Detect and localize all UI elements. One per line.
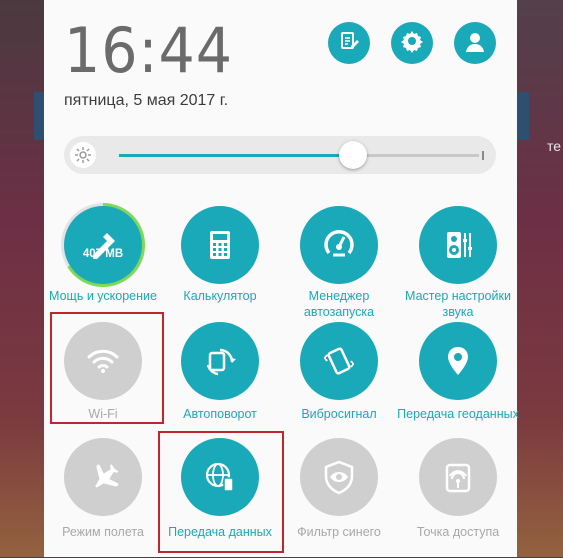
gear-icon [400,29,424,58]
wallpaper-right [517,0,563,557]
blue-filter-icon [300,438,378,516]
tile-vibration[interactable]: Вибросигнал [280,322,398,442]
tile-label: Калькулятор [183,289,257,303]
tile-boost[interactable]: 407 MB Мощь и ускорение [44,203,162,326]
brightness-icon[interactable] [70,142,96,168]
tile-label: Мощь и ускорение [49,289,157,303]
brightness-slider[interactable] [64,136,496,174]
highlight-wifi [50,312,164,424]
autostart-icon [300,206,378,284]
tile-label: Точка доступа [416,525,500,539]
hotspot-icon [419,438,497,516]
background-widget-left [34,92,44,140]
tile-label: Автоповорот [183,407,257,421]
brightness-fill [119,154,353,157]
tile-label: Мастер настройки звука [405,289,511,319]
background-text: те [546,138,561,154]
sound-settings-icon [419,206,497,284]
clock-date: пятница, 5 мая 2017 г. [64,92,229,109]
location-icon [419,322,497,400]
tile-location[interactable]: Передача геоданных [397,322,519,442]
background-widget-right [517,92,529,140]
tile-autorotate[interactable]: Автоповорот [161,322,279,442]
settings-button[interactable] [391,22,433,64]
calculator-icon [181,206,259,284]
quick-settings-panel: 16:44 пятница, 5 мая 2017 г. 407 MB Мощь… [44,0,519,558]
airplane-icon [64,438,142,516]
tile-autostart[interactable]: Менеджер автозапуска [280,206,398,326]
tile-label: Передача геоданных [397,407,519,421]
avatar [463,29,487,58]
edit-icon [337,29,361,58]
tile-calculator[interactable]: Калькулятор [161,206,279,326]
tile-sound-settings[interactable]: Мастер настройки звука [399,206,517,326]
tile-label: Режим полета [62,525,144,539]
brightness-track[interactable] [119,154,479,157]
memory-badge: 407 MB [82,248,124,260]
vibration-icon [300,322,378,400]
tile-label: Фильтр синего [297,525,381,539]
brightness-end-marker [482,151,484,160]
user-button[interactable] [454,22,496,64]
autorotate-icon [181,322,259,400]
tile-label: Вибросигнал [301,407,377,421]
tile-airplane[interactable]: Режим полета [44,438,162,558]
edit-button[interactable] [328,22,370,64]
tile-blue-filter[interactable]: Фильтр синего [280,438,398,558]
tile-label: Менеджер автозапуска [303,289,375,319]
tile-hotspot[interactable]: Точка доступа [399,438,517,558]
wallpaper-left [0,0,44,557]
brightness-thumb[interactable] [339,141,367,169]
highlight-mobile-data [158,431,284,553]
boost-icon [64,206,142,284]
clock-time: 16:44 [64,14,233,87]
